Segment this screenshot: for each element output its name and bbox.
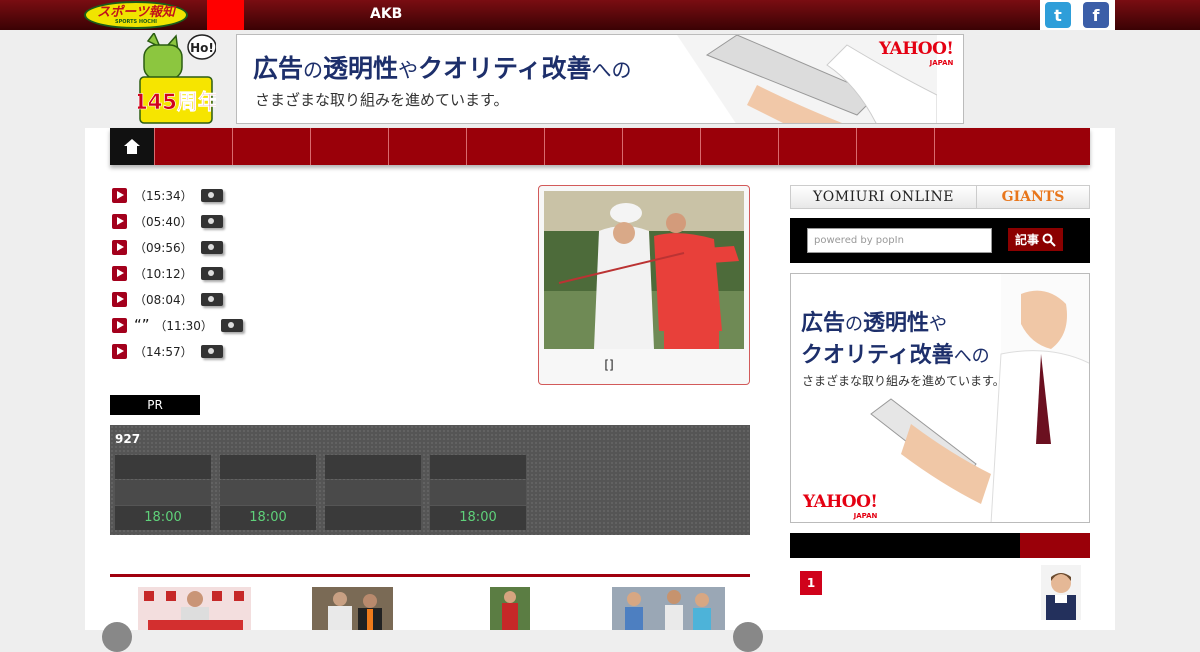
play-icon <box>112 188 127 203</box>
nav-item-2[interactable] <box>232 128 310 165</box>
nav-item-6[interactable] <box>544 128 622 165</box>
camera-icon <box>200 267 223 280</box>
game-time <box>325 506 421 530</box>
twitter-icon[interactable]: t <box>1045 2 1071 28</box>
home-icon <box>124 139 140 154</box>
top-red-tab[interactable] <box>207 0 244 30</box>
side-yahoo-logo-sub: JAPAN <box>853 512 878 520</box>
camera-icon <box>200 345 223 358</box>
news-time: （14:57） <box>134 345 193 359</box>
game-card[interactable]: 18:00 <box>430 455 526 530</box>
facebook-icon[interactable]: f <box>1083 2 1109 28</box>
sidebar-tabs: YOMIURI ONLINE GIANTS <box>790 185 1090 209</box>
nav-item-11[interactable] <box>934 128 1012 165</box>
play-icon <box>112 266 127 281</box>
search-button[interactable]: 記事 <box>1008 228 1063 251</box>
search-button-label: 記事 <box>1014 233 1039 247</box>
camera-icon <box>220 319 243 332</box>
carousel-prev-button[interactable] <box>102 622 132 652</box>
sidebar-ad-banner[interactable]: 広告の透明性や クオリティ改善への さまざまな取り組みを進めています。 YAHO… <box>790 273 1090 523</box>
photo-carousel <box>110 587 750 630</box>
carousel-thumb[interactable] <box>612 587 725 630</box>
scoreboard: 927 18:00 18:00 18:00 <box>110 425 750 535</box>
camera-icon <box>200 241 223 254</box>
news-time: （09:56） <box>134 241 193 255</box>
feature-card[interactable]: [] <box>538 185 750 385</box>
nav-item-5[interactable] <box>466 128 544 165</box>
game-time: 18:00 <box>220 506 316 530</box>
news-item[interactable]: （15:34） <box>110 186 530 205</box>
mascot-speech: Ho! <box>190 41 214 55</box>
tab-yomiuri-online[interactable]: YOMIURI ONLINE <box>791 186 977 208</box>
anniversary-mascot[interactable]: Ho! 145周年 <box>138 33 216 125</box>
nav-item-1[interactable] <box>154 128 232 165</box>
carousel-next-button[interactable] <box>733 622 763 652</box>
ranking-header <box>790 533 1090 558</box>
yahoo-logo: YAHOO! <box>879 39 954 59</box>
play-icon <box>112 292 127 307</box>
side-ad-subline: さまざまな取り組みを進めています。 <box>802 374 1005 388</box>
news-title[interactable]: “” <box>134 316 150 334</box>
scoreboard-date: 927 <box>115 432 141 446</box>
news-time: （15:34） <box>134 189 193 203</box>
game-time: 18:00 <box>430 506 526 530</box>
carousel-thumb[interactable] <box>138 587 251 630</box>
camera-icon <box>200 293 223 306</box>
play-icon <box>112 344 127 359</box>
nav-item-9[interactable] <box>778 128 856 165</box>
nav-item-8[interactable] <box>700 128 778 165</box>
nav-item-3[interactable] <box>310 128 388 165</box>
game-card[interactable]: 18:00 <box>115 455 211 530</box>
side-ad-headline: 広告の透明性や クオリティ改善への <box>801 311 990 368</box>
nav-item-7[interactable] <box>622 128 700 165</box>
news-time: （11:30） <box>154 319 213 333</box>
top-ad-subline: さまざまな取り組みを進めています。 <box>255 91 509 109</box>
game-card[interactable] <box>325 455 421 530</box>
yahoo-logo-sub: JAPAN <box>929 59 954 67</box>
nav-home[interactable] <box>110 128 154 165</box>
carousel-thumb[interactable] <box>312 587 393 630</box>
carousel-thumb[interactable] <box>490 587 530 630</box>
game-time: 18:00 <box>115 506 211 530</box>
feature-photo[interactable] <box>544 191 744 349</box>
news-time: （05:40） <box>134 215 193 229</box>
search-input[interactable]: powered by popIn <box>807 228 992 253</box>
top-ad-headline: 広告の透明性やクオリティ改善への <box>253 54 632 83</box>
news-item[interactable]: （10:12） <box>110 264 530 283</box>
camera-icon <box>200 189 223 202</box>
play-icon <box>112 214 127 229</box>
anniversary-text: 145周年 <box>138 90 216 114</box>
news-item[interactable]: （09:56） <box>110 238 530 257</box>
news-time: （08:04） <box>134 293 193 307</box>
pr-badge: PR <box>110 395 200 415</box>
nav-item-4[interactable] <box>388 128 466 165</box>
nav-item-10[interactable] <box>856 128 934 165</box>
tab-giants[interactable]: GIANTS <box>977 186 1089 208</box>
camera-icon <box>200 215 223 228</box>
top-link-akb[interactable]: AKB <box>370 6 402 22</box>
rank-number: 1 <box>800 571 822 595</box>
game-card[interactable]: 18:00 <box>220 455 316 530</box>
global-nav <box>110 128 1090 165</box>
play-icon <box>112 318 127 333</box>
news-item[interactable]: （05:40） <box>110 212 530 231</box>
search-icon <box>1042 233 1056 247</box>
section-title <box>110 556 750 577</box>
news-item[interactable]: “” （11:30） <box>110 316 530 335</box>
ranking-tab[interactable] <box>1020 533 1090 558</box>
side-yahoo-logo: YAHOO! <box>803 492 878 512</box>
news-item[interactable]: （14:57） <box>110 342 530 361</box>
feature-caption: [] <box>604 358 614 372</box>
logo-text: スポーツ報知 <box>97 4 175 20</box>
logo-subtext: SPORTS HOCHI <box>114 18 158 25</box>
news-time: （10:12） <box>134 267 193 281</box>
top-ad-banner[interactable]: 広告の透明性やクオリティ改善への さまざまな取り組みを進めています。 YAHOO… <box>236 34 964 124</box>
site-logo[interactable]: スポーツ報知 SPORTS HOCHI <box>84 1 188 29</box>
search-panel: powered by popIn 記事 <box>790 218 1090 263</box>
news-item[interactable]: （08:04） <box>110 290 530 309</box>
rank-thumbnail[interactable] <box>1041 565 1081 620</box>
news-list: （15:34） （05:40） （09:56） （10:12） （08:04） … <box>110 186 530 368</box>
play-icon <box>112 240 127 255</box>
